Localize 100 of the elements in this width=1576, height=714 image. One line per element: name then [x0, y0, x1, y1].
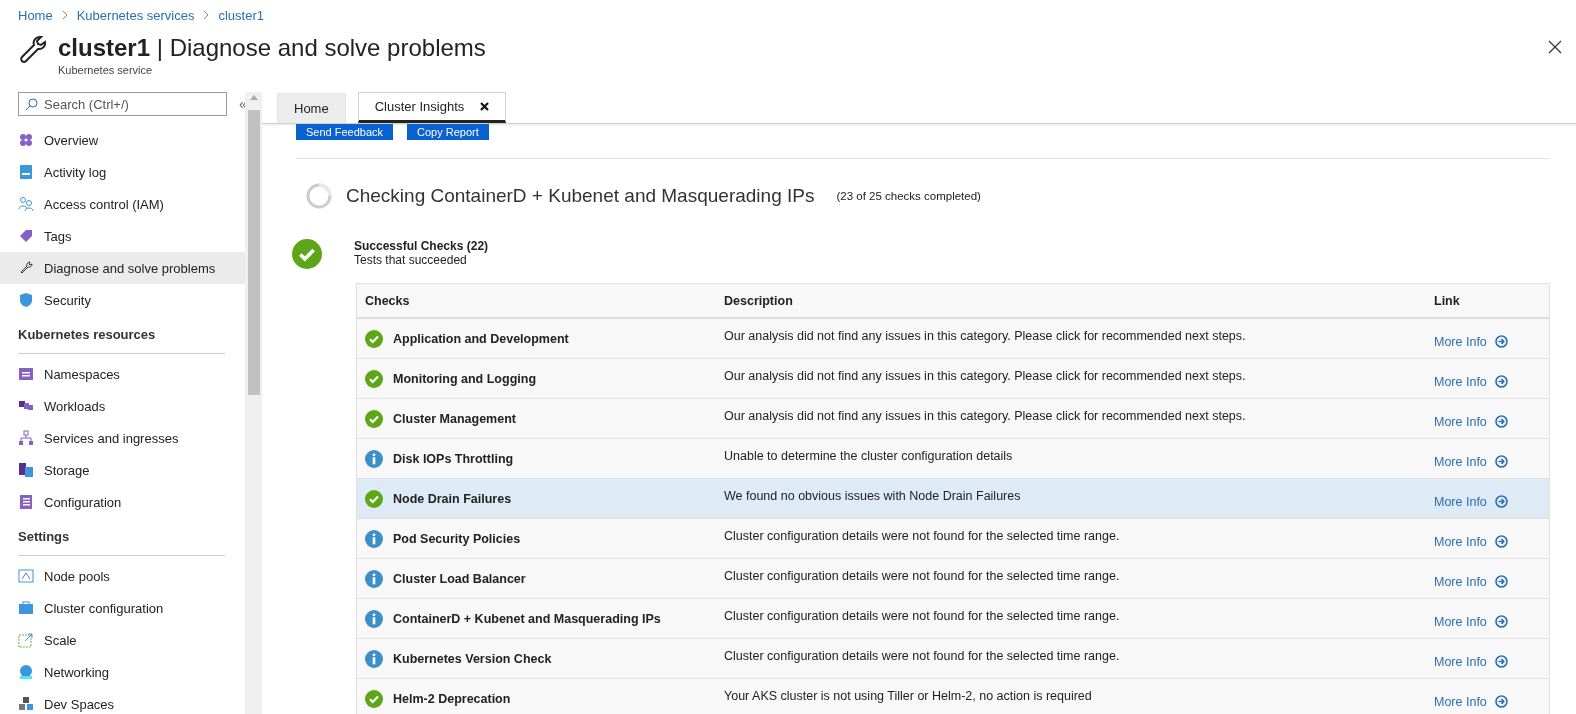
progress-count: (23 of 25 checks completed)	[836, 190, 981, 202]
search-field[interactable]: Search (Ctrl+/)	[18, 92, 227, 116]
check-name: Pod Security Policies	[393, 531, 521, 546]
more-info-link[interactable]: More Info	[1434, 374, 1508, 389]
check-description: Cluster configuration details were not found for the selected time range.	[724, 569, 1120, 583]
action-button[interactable]: Copy Report	[407, 124, 489, 140]
info-icon	[365, 569, 383, 588]
arrow-circle-icon	[1494, 655, 1508, 668]
arrow-circle-icon	[1494, 495, 1508, 508]
more-info-link[interactable]: More Info	[1434, 454, 1508, 469]
list-icon	[18, 366, 34, 382]
nav-label: Diagnose and solve problems	[44, 260, 216, 276]
column-header: Checks	[364, 292, 411, 310]
scrollbar[interactable]	[245, 92, 262, 714]
info-icon	[365, 609, 383, 628]
info-icon	[365, 449, 383, 468]
nav-item[interactable]: Tags	[0, 220, 245, 252]
nav-label: Scale	[44, 632, 77, 648]
nav-label: Security	[44, 292, 91, 308]
nav-item[interactable]: Security	[0, 284, 245, 316]
arrow-circle-icon	[1494, 695, 1508, 708]
wrench-icon	[18, 260, 34, 276]
nav-label: Activity log	[44, 164, 107, 180]
storage-icon	[18, 462, 34, 478]
check-description: Our analysis did not find any issues in this category. Please click for recommended next steps.	[724, 369, 1246, 383]
nav-label: Configuration	[44, 494, 122, 510]
globe-icon	[18, 664, 34, 680]
more-info-link[interactable]: More Info	[1434, 334, 1508, 349]
more-info-link[interactable]: More Info	[1434, 694, 1508, 709]
table-row[interactable]: Cluster Management Our analysis did not find any issues in this category. Please click for recommended next steps. More Info	[357, 399, 1549, 439]
grid-icon	[18, 132, 34, 148]
tab[interactable]: Cluster Insights	[357, 92, 507, 123]
breadcrumb-link[interactable]: cluster1	[218, 7, 264, 23]
action-button[interactable]: Send Feedback	[296, 124, 394, 140]
column-header: Link	[1433, 292, 1461, 310]
check-description: Our analysis did not find any issues in this category. Please click for recommended next steps.	[724, 329, 1246, 343]
nav-item[interactable]: Services and ingresses	[0, 422, 245, 454]
nav-label: Overview	[44, 132, 99, 148]
chevron-icon	[60, 10, 69, 20]
table-row[interactable]: Application and Development Our analysis did not find any issues in this category. Please click for recommended next steps. More Info	[357, 319, 1549, 359]
chevron-icon	[202, 10, 211, 20]
nav-item[interactable]: Diagnose and solve problems	[0, 252, 245, 284]
nav-label: Access control (IAM)	[44, 196, 164, 212]
nav-item[interactable]: Networking	[0, 656, 245, 688]
log-icon	[18, 164, 34, 180]
nav-item[interactable]: Cluster configuration	[0, 592, 245, 624]
table-row[interactable]: Kubernetes Version Check Cluster configuration details were not found for the selected time range. More Info	[357, 639, 1549, 679]
nav-label: Dev Spaces	[44, 696, 115, 712]
more-info-link[interactable]: More Info	[1434, 614, 1508, 629]
nav-label: Services and ingresses	[44, 430, 179, 446]
shield-icon	[18, 292, 34, 308]
nav-item[interactable]: Storage	[0, 454, 245, 486]
more-info-link[interactable]: More Info	[1434, 414, 1508, 429]
check-description: Your AKS cluster is not using Tiller or Helm-2, no action is required	[724, 689, 1092, 703]
nav-item[interactable]: Namespaces	[0, 358, 245, 390]
close-icon[interactable]	[480, 102, 490, 111]
page-title: cluster1 | Diagnose and solve problems	[58, 34, 486, 62]
table-row[interactable]: Helm-2 Deprecation Your AKS cluster is not using Tiller or Helm-2, no action is required More Info	[357, 679, 1549, 714]
nav-item[interactable]: Scale	[0, 624, 245, 656]
arrow-circle-icon	[1494, 375, 1508, 388]
nav-item[interactable]: Access control (IAM)	[0, 188, 245, 220]
info-icon	[365, 649, 383, 668]
nav-label: Storage	[44, 462, 90, 478]
close-icon[interactable]	[1548, 40, 1562, 54]
tag-icon	[18, 228, 34, 244]
more-info-link[interactable]: More Info	[1434, 654, 1508, 669]
table-row[interactable]: Cluster Load Balancer Cluster configuration details were not found for the selected time range. More Info	[357, 559, 1549, 599]
group-title: Successful Checks (22)	[354, 239, 489, 253]
success-check-icon	[365, 689, 383, 708]
nav-item[interactable]: Dev Spaces	[0, 688, 245, 714]
group-subtitle: Tests that succeeded	[354, 253, 468, 267]
breadcrumb-link[interactable]: Kubernetes services	[76, 7, 195, 23]
check-name: Node Drain Failures	[393, 491, 512, 506]
more-info-link[interactable]: More Info	[1434, 574, 1508, 589]
briefcase-icon	[18, 600, 34, 616]
check-name: Kubernetes Version Check	[393, 651, 552, 666]
table-row[interactable]: ContainerD + Kubenet and Masquerading IPs Cluster configuration details were not found for the selected time range. More Info	[357, 599, 1549, 639]
check-description: We found no obvious issues with Node Drain Failures	[724, 489, 1021, 503]
table-row[interactable]: Monitoring and Logging Our analysis did not find any issues in this category. Please click for recommended next steps. More Info	[357, 359, 1549, 399]
more-info-link[interactable]: More Info	[1434, 494, 1508, 509]
check-name: Cluster Load Balancer	[393, 571, 526, 586]
people-icon	[18, 196, 34, 212]
success-check-icon	[365, 369, 383, 388]
nav-item[interactable]: Activity log	[0, 156, 245, 188]
nav-item[interactable]: Node pools	[0, 560, 245, 592]
nav-label: Tags	[44, 228, 72, 244]
nav-item[interactable]: Configuration	[0, 486, 245, 518]
arrow-circle-icon	[1494, 615, 1508, 628]
table-row[interactable]: Pod Security Policies Cluster configuration details were not found for the selected time range. More Info	[357, 519, 1549, 559]
more-info-link[interactable]: More Info	[1434, 534, 1508, 549]
check-description: Unable to determine the cluster configuration details	[724, 449, 1013, 463]
breadcrumb-link[interactable]: Home	[18, 7, 53, 23]
nav-item[interactable]: Workloads	[0, 390, 245, 422]
nav-item[interactable]: Overview	[0, 124, 245, 156]
success-check-icon	[292, 239, 322, 269]
table-row[interactable]: Node Drain Failures We found no obvious issues with Node Drain Failures More Info	[357, 479, 1549, 519]
arrow-circle-icon	[1494, 455, 1508, 468]
tab[interactable]: Home	[277, 93, 346, 123]
loading-spinner-icon	[306, 183, 332, 209]
network-tree-icon	[18, 430, 34, 446]
